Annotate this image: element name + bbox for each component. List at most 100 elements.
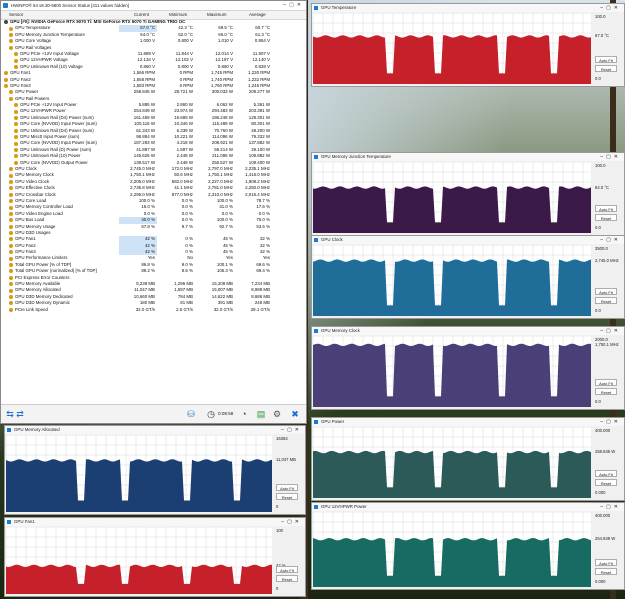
graph-titlebar[interactable]: GPU Memory Junction Temperature –▢✕ <box>312 153 624 161</box>
sensor-icon <box>9 179 13 184</box>
sensor-icon <box>9 224 13 229</box>
reset-button[interactable]: Reset <box>595 65 617 72</box>
graph-svg <box>6 527 272 594</box>
reset-button[interactable]: Reset <box>595 214 617 221</box>
sensor-icon <box>9 269 13 274</box>
graph-window-memory-junction-temperature: GPU Memory Junction Temperature –▢✕ 100.… <box>311 152 625 236</box>
hwinfo-app-icon <box>7 428 11 432</box>
sensor-icon <box>9 211 13 216</box>
column-average[interactable]: Average <box>249 12 266 17</box>
column-maximum[interactable]: Maximum <box>207 12 227 17</box>
graph-area-series <box>313 450 591 498</box>
graph-title: GPU Memory Junction Temperature <box>321 154 391 159</box>
settings-gear-icon[interactable]: ⚙ <box>272 409 282 419</box>
network-icon[interactable]: ⛁ <box>186 409 196 419</box>
graph-current-value: 67.0 °C <box>595 33 610 38</box>
auto-fit-button[interactable]: Auto Fit <box>595 288 617 295</box>
sensor-icon <box>4 71 8 76</box>
graph-plot-area <box>313 245 591 316</box>
reset-button[interactable]: Reset <box>595 297 617 304</box>
graph-current-value: 258.845 W <box>595 449 616 454</box>
sensor-icon <box>9 243 13 248</box>
window-controls[interactable]: –▢✕ <box>283 1 304 10</box>
graph-side-panel: 100.0 67.0 °C Auto Fit Reset 0.0 <box>592 13 622 84</box>
window-controls[interactable]: –▢✕ <box>600 503 621 511</box>
auto-fit-button[interactable]: Auto Fit <box>595 470 617 477</box>
graph-y-min: 0 <box>276 504 279 509</box>
graph-y-max: 400.000 <box>595 428 611 433</box>
graph-titlebar[interactable]: GPU Memory Clock –▢✕ <box>312 327 624 335</box>
column-current[interactable]: Current <box>134 12 149 17</box>
graph-y-min: 0.0 <box>595 76 601 81</box>
graph-area-series <box>313 35 591 84</box>
graph-plot-area <box>313 13 591 84</box>
graph-svg <box>313 245 591 316</box>
graph-y-min: 0.0 <box>595 308 601 313</box>
sensor-icon <box>9 192 13 197</box>
reset-button[interactable]: Reset <box>276 575 298 582</box>
sensor-icon <box>9 231 13 236</box>
window-titlebar[interactable]: HWiNFO® 64 v8.30-5800 Sensor Status [411… <box>1 1 306 10</box>
window-controls[interactable]: –▢✕ <box>600 327 621 335</box>
graph-titlebar[interactable]: GPU 12VHPWR Power –▢✕ <box>312 503 624 511</box>
graph-y-min: 0 <box>276 586 279 591</box>
window-controls[interactable]: –▢✕ <box>600 4 621 12</box>
sensor-avg-value: 28.1 GT/s <box>250 306 270 312</box>
graph-y-max: 400.000 <box>595 513 611 518</box>
auto-fit-button[interactable]: Auto Fit <box>276 484 298 491</box>
clock-icon[interactable]: ◷ <box>206 409 216 419</box>
hwinfo-app-icon <box>314 238 318 242</box>
reset-button[interactable]: Reset <box>595 388 617 395</box>
sensor-icon <box>14 135 18 140</box>
reset-button[interactable]: Reset <box>276 493 298 500</box>
window-controls[interactable]: –▢✕ <box>600 153 621 161</box>
sensor-icon <box>9 205 13 210</box>
sensor-icon <box>14 109 18 114</box>
report-icon[interactable]: ▤ <box>256 409 266 419</box>
graph-window-gpu-power: GPU Power –▢✕ 400.000 258.845 W Auto Fit… <box>311 417 625 501</box>
graph-title: GPU Power <box>321 419 345 424</box>
graph-titlebar[interactable]: GPU Memory Allocated –▢✕ <box>5 426 305 434</box>
graph-side-panel: 400.000 254.849 W Auto Fit Reset 0.000 <box>592 512 622 587</box>
hwinfo-app-icon <box>314 329 318 333</box>
auto-fit-button[interactable]: Auto Fit <box>595 205 617 212</box>
window-title: HWiNFO® 64 v8.30-5800 Sensor Status [411… <box>11 3 129 8</box>
reset-button[interactable]: Reset <box>595 568 617 575</box>
arrows-left-icon[interactable]: ⇆ <box>5 409 15 419</box>
column-minimum[interactable]: Minimum <box>169 12 187 17</box>
window-controls[interactable]: –▢✕ <box>600 418 621 426</box>
graph-window-gpu-memory-clock: GPU Memory Clock –▢✕ 2000.0 1,750.1 MHz … <box>311 326 625 410</box>
graph-titlebar[interactable]: GPU Fan1 –▢✕ <box>5 518 305 526</box>
sensor-icon <box>9 96 13 101</box>
close-icon[interactable]: ✖ <box>290 409 300 419</box>
graph-titlebar[interactable]: GPU Power –▢✕ <box>312 418 624 426</box>
sensor-icon <box>9 218 13 223</box>
window-controls[interactable]: –▢✕ <box>281 426 302 434</box>
auto-fit-button[interactable]: Auto Fit <box>276 566 298 573</box>
sensor-icon <box>9 263 13 268</box>
arrows-right-icon[interactable]: ⇄ <box>15 409 25 419</box>
graph-side-panel: 16384 11,047 MB Auto Fit Reset 0 <box>273 435 303 512</box>
sensor-icon <box>9 26 13 31</box>
elapsed-time: 0:09:58 <box>218 411 234 416</box>
reset-button[interactable]: Reset <box>595 479 617 486</box>
graph-titlebar[interactable]: GPU Clock –▢✕ <box>312 236 624 244</box>
timer-reset-icon[interactable]: ◔ <box>239 409 249 419</box>
graph-titlebar[interactable]: GPU Temperature –▢✕ <box>312 4 624 12</box>
graph-y-min: 0.0 <box>595 399 601 404</box>
auto-fit-button[interactable]: Auto Fit <box>595 379 617 386</box>
sensor-icon <box>14 64 18 69</box>
sensor-status-window: HWiNFO® 64 v8.30-5800 Sensor Status [411… <box>0 0 307 424</box>
sensor-icon <box>9 256 13 261</box>
window-controls[interactable]: –▢✕ <box>281 518 302 526</box>
graph-area-series <box>6 459 272 512</box>
table-row[interactable]: PCIe Link Speed 32.0 GT/s 2.5 GT/s 32.0 GT/… <box>1 307 306 313</box>
graph-plot-area <box>313 162 591 233</box>
column-sensor[interactable]: Sensor <box>9 12 23 17</box>
auto-fit-button[interactable]: Auto Fit <box>595 559 617 566</box>
window-controls[interactable]: –▢✕ <box>600 236 621 244</box>
graph-plot-area <box>313 427 591 498</box>
auto-fit-button[interactable]: Auto Fit <box>595 56 617 63</box>
graph-plot-area <box>313 512 591 587</box>
sensor-icon <box>14 141 18 146</box>
